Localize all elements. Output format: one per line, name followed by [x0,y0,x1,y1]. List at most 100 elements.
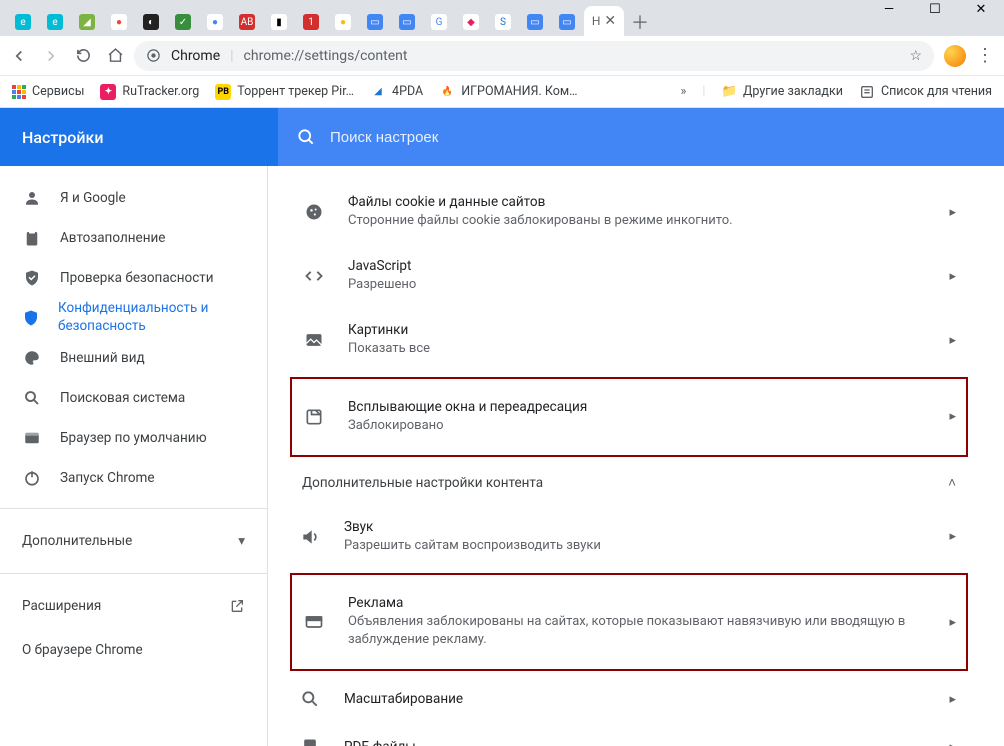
tab[interactable]: G [424,8,454,36]
bookmark-item[interactable]: ✦RuTracker.org [100,84,199,100]
tab[interactable]: ● [200,8,230,36]
tab[interactable]: ◢ [72,8,102,36]
chevron-right-icon: ▸ [949,269,956,284]
bookmark-item[interactable]: ◢4PDA [370,84,423,100]
ads-icon [302,612,326,632]
sidebar-item-search[interactable]: Поисковая система [0,378,267,418]
tab[interactable]: ◐ [136,8,166,36]
cookie-icon [302,202,326,222]
sidebar-item-advanced[interactable]: Дополнительные▾ [0,519,267,563]
sidebar-item-autofill[interactable]: Автозаполнение [0,218,267,258]
chrome-icon [146,48,161,63]
profile-avatar[interactable] [944,45,966,67]
shield-icon [22,309,40,327]
code-icon [302,266,326,286]
sidebar-item-extensions[interactable]: Расширения [0,584,267,628]
bookmark-item[interactable]: PBТоррент трекер Pir… [215,84,354,100]
tab[interactable]: ▭ [360,8,390,36]
other-bookmarks-button[interactable]: 📁 Другие закладки [721,84,842,99]
menu-icon[interactable]: ⋮ [976,45,994,66]
section-additional-content[interactable]: Дополнительные настройки контента ˄ [292,461,966,505]
chevron-right-icon: ▸ [949,692,956,707]
chevron-down-icon: ▾ [238,533,245,549]
chevron-up-icon: ˄ [948,475,956,491]
close-icon[interactable]: ✕ [604,13,616,29]
apps-button[interactable]: Сервисы [12,84,84,99]
tab[interactable]: e [40,8,70,36]
back-icon[interactable] [10,47,28,65]
minimize-button[interactable]: — [866,0,912,24]
tab[interactable]: ● [104,8,134,36]
tab[interactable]: ▭ [520,8,550,36]
row-pdf[interactable]: PDF-файлы ▸ [292,723,966,746]
power-icon [22,469,42,487]
zoom-icon [298,689,322,709]
bookmarks-overflow-icon[interactable]: » [681,84,687,99]
apps-icon [12,85,26,99]
sidebar-item-default-browser[interactable]: Браузер по умолчанию [0,418,267,458]
bookmark-item[interactable]: 🔥ИГРОМАНИЯ. Ком… [439,84,577,100]
row-images[interactable]: КартинкиПоказать все ▸ [292,308,966,372]
reload-icon[interactable] [74,47,92,65]
chevron-right-icon: ▸ [949,205,956,220]
tab[interactable]: ◆ [456,8,486,36]
palette-icon [22,349,42,367]
tab-active[interactable]: Н ✕ [584,6,624,36]
new-tab-button[interactable]: ＋ [626,8,654,36]
tab[interactable]: ● [328,8,358,36]
settings-content: Файлы cookie и данные сайтовСторонние фа… [268,166,1004,746]
tab[interactable]: ▮ [264,8,294,36]
shield-check-icon [22,269,42,287]
forward-icon[interactable] [42,47,60,65]
window-controls: — ☐ ✕ [866,0,1004,24]
maximize-button[interactable]: ☐ [912,0,958,24]
row-zoom[interactable]: Масштабирование ▸ [292,675,966,723]
sidebar-item-startup[interactable]: Запуск Chrome [0,458,267,498]
sidebar-item-about[interactable]: О браузере Chrome [0,628,267,672]
reading-list-button[interactable]: Список для чтения [859,84,992,100]
chevron-right-icon: ▸ [949,615,956,630]
chevron-right-icon: ▸ [949,333,956,348]
search-input[interactable] [330,129,986,146]
close-window-button[interactable]: ✕ [958,0,1004,24]
autofill-icon [22,229,42,247]
tab[interactable]: ✓ [168,8,198,36]
chevron-right-icon: ▸ [949,409,956,424]
favicon: 🔥 [439,84,455,100]
sidebar-item-safety[interactable]: Проверка безопасности [0,258,267,298]
tab[interactable]: 1 [296,8,326,36]
address-bar[interactable]: Chrome | chrome://settings/content ☆ [134,41,934,71]
home-icon[interactable] [106,47,124,65]
sidebar-item-you-and-google[interactable]: Я и Google [0,178,267,218]
tab[interactable]: ▭ [392,8,422,36]
row-popups[interactable]: Всплывающие окна и переадресацияЗаблокир… [290,377,968,457]
chevron-right-icon: ▸ [949,529,956,544]
reading-list-icon [859,84,875,100]
tab[interactable]: ▭ [552,8,582,36]
sidebar-item-appearance[interactable]: Внешний вид [0,338,267,378]
bookmarks-bar: Сервисы ✦RuTracker.org PBТоррент трекер P… [0,76,1004,108]
sound-icon [298,527,322,547]
tab-active-label: Н [592,14,601,28]
pdf-icon [298,737,322,746]
popup-icon [302,407,326,427]
settings-sidebar: Я и Google Автозаполнение Проверка безоп… [0,166,268,746]
settings-search[interactable] [278,108,1004,166]
bookmark-star-icon[interactable]: ☆ [909,48,922,64]
sidebar-item-privacy[interactable]: Конфиденциальность и безопасность [0,298,267,338]
person-icon [22,189,42,207]
external-link-icon [229,598,245,614]
row-sound[interactable]: ЗвукРазрешить сайтам воспроизводить звук… [292,505,966,569]
browser-icon [22,429,42,447]
chevron-right-icon: ▸ [949,740,956,746]
search-icon [22,389,42,407]
favicon: PB [215,84,231,100]
tab[interactable]: AB [232,8,262,36]
tab[interactable]: e [8,8,38,36]
browser-tabstrip: ee◢●◐✓●AB▮1●▭▭G◆S▭▭ Н ✕ ＋ — ☐ ✕ [0,0,1004,36]
row-javascript[interactable]: JavaScriptРазрешено ▸ [292,244,966,308]
row-ads[interactable]: РекламаОбъявления заблокированы на сайта… [290,573,968,671]
tab[interactable]: S [488,8,518,36]
settings-header: Настройки [0,108,1004,166]
row-cookies[interactable]: Файлы cookie и данные сайтовСторонние фа… [292,180,966,244]
